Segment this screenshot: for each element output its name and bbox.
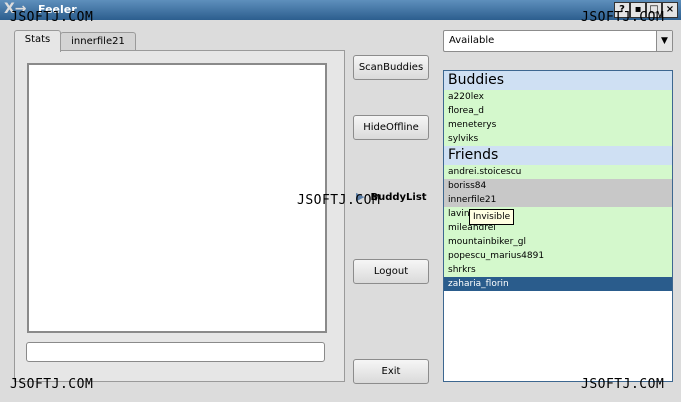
group-header[interactable]: Friends <box>444 146 672 165</box>
hide-offline-button[interactable]: HideOffline <box>353 115 429 140</box>
buddy-list-item[interactable]: zaharia_florin <box>444 277 672 291</box>
stats-input-field[interactable] <box>26 342 325 362</box>
watermark-bottom-right: JSOFTJ.COM <box>581 377 665 392</box>
buddy-list[interactable]: Buddies a220lex florea_d meneterys sylviks Fr… <box>443 70 673 382</box>
watermark-bottom-left: JSOFTJ.COM <box>10 377 94 392</box>
stats-text-area[interactable] <box>27 63 327 333</box>
buddy-list-item[interactable]: boriss84 <box>444 179 672 193</box>
exit-button[interactable]: Exit <box>353 359 429 384</box>
buddy-list-item[interactable]: shrkrs <box>444 263 672 277</box>
watermark-top-right: JSOFTJ.COM <box>581 10 665 25</box>
buddy-list-item[interactable]: mountainbiker_gl <box>444 235 672 249</box>
tab-innerfile21[interactable]: innerfile21 <box>60 32 136 51</box>
close-button[interactable]: × <box>662 2 678 18</box>
buddy-list-item[interactable]: a220lex <box>444 90 672 104</box>
buddy-list-item[interactable]: florea_d <box>444 104 672 118</box>
buddy-list-item[interactable]: popescu_marius4891 <box>444 249 672 263</box>
buddy-list-item[interactable]: andrei.stoicescu <box>444 165 672 179</box>
watermark-top-left: JSOFTJ.COM <box>10 10 94 25</box>
status-value: Available <box>449 35 495 46</box>
status-dropdown[interactable]: Available ▼ <box>443 30 673 52</box>
title-bar: X→ Feeler ? ▪ □ × <box>0 0 681 20</box>
logout-button[interactable]: Logout <box>353 259 429 284</box>
buddy-list-item[interactable]: sylviks <box>444 132 672 146</box>
buddy-list-item[interactable]: innerfile21 <box>444 193 672 207</box>
watermark-center: JSOFTJ.COM <box>297 193 381 208</box>
group-header[interactable]: Buddies <box>444 71 672 90</box>
chevron-down-icon[interactable]: ▼ <box>656 31 672 51</box>
stats-tab-panel <box>14 50 345 382</box>
status-tooltip: Invisible <box>469 209 515 225</box>
buddy-list-item[interactable]: meneterys <box>444 118 672 132</box>
scan-buddies-button[interactable]: ScanBuddies <box>353 55 429 80</box>
tab-stats[interactable]: Stats <box>14 30 61 52</box>
